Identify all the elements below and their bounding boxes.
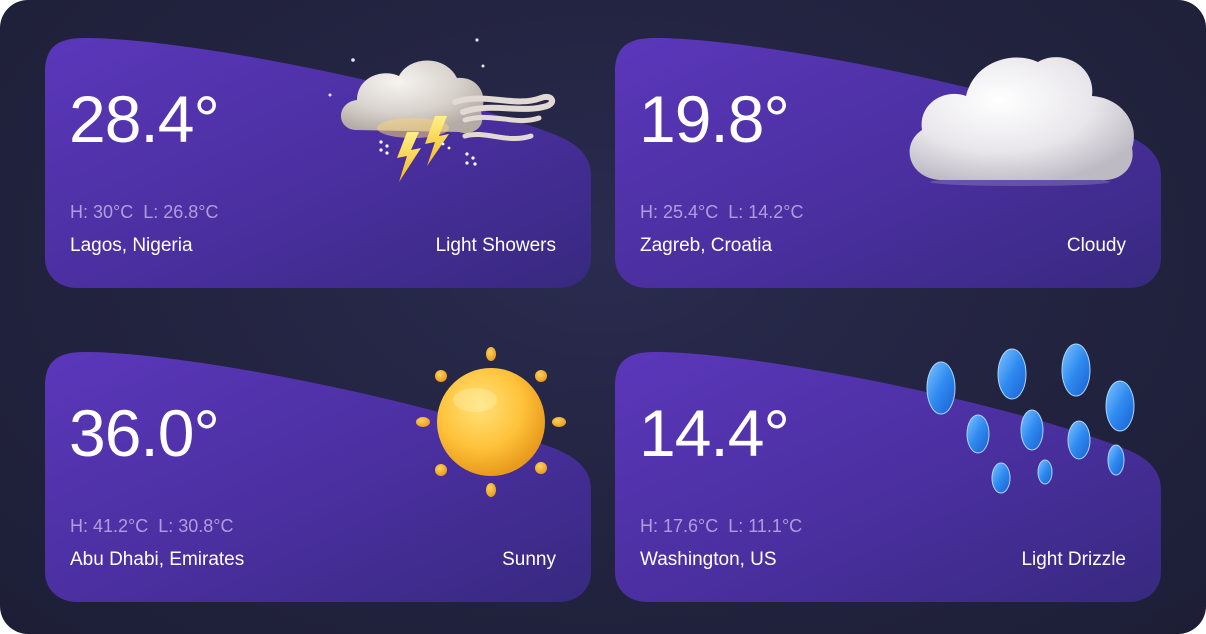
temperature: 14.4° xyxy=(639,396,790,470)
low-temperature: L: 26.8°C xyxy=(143,202,219,222)
temperature: 36.0° xyxy=(69,396,220,470)
low-temperature: L: 11.1°C xyxy=(728,516,803,536)
cloud-icon xyxy=(909,57,1134,186)
high-temperature: H: 25.4°C xyxy=(640,202,719,222)
low-temperature: L: 14.2°C xyxy=(728,202,804,222)
low-temperature: L: 30.8°C xyxy=(158,516,234,536)
high-temperature: H: 30°C xyxy=(70,202,134,222)
condition: Cloudy xyxy=(1066,235,1126,256)
condition: Light Drizzle xyxy=(1021,549,1126,570)
condition: Sunny xyxy=(502,549,556,570)
weather-widgets-canvas: 28.4° H: 30°C L: 26.8°C Lagos, Nigeria Li… xyxy=(0,0,1206,634)
temperature: 28.4° xyxy=(69,82,220,156)
location: Lagos, Nigeria xyxy=(70,235,193,256)
condition: Light Showers xyxy=(435,235,556,256)
location: Zagreb, Croatia xyxy=(640,235,773,256)
high-low: H: 17.6°C L: 11.1°C xyxy=(640,516,802,537)
weather-card-zagreb[interactable]: 19.8° H: 25.4°C L: 14.2°C Zagreb, Croatia… xyxy=(615,36,1161,288)
weather-card-lagos[interactable]: 28.4° H: 30°C L: 26.8°C Lagos, Nigeria Li… xyxy=(45,36,591,288)
thunderstorm-cloud-icon xyxy=(328,38,556,182)
high-temperature: H: 41.2°C xyxy=(70,516,149,536)
high-low: H: 25.4°C L: 14.2°C xyxy=(640,202,803,223)
high-low: H: 41.2°C L: 30.8°C xyxy=(70,516,233,537)
high-low: H: 30°C L: 26.8°C xyxy=(70,202,218,223)
weather-card-abu-dhabi[interactable]: 36.0° H: 41.2°C L: 30.8°C Abu Dhabi, Emir… xyxy=(45,347,591,602)
raindrops-icon xyxy=(926,343,1135,494)
location: Abu Dhabi, Emirates xyxy=(70,549,245,570)
weather-card-washington[interactable]: 14.4° H: 17.6°C L: 11.1°C Washington, US … xyxy=(615,343,1161,602)
temperature: 19.8° xyxy=(639,82,790,156)
sun-icon xyxy=(416,347,566,497)
location: Washington, US xyxy=(640,549,777,570)
high-temperature: H: 17.6°C xyxy=(640,516,719,536)
